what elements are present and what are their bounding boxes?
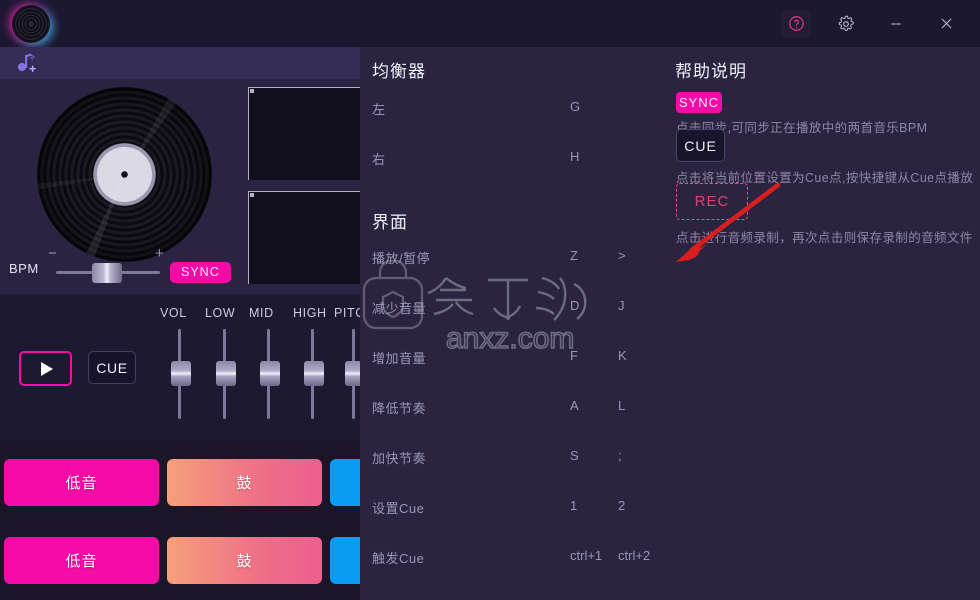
- shortcut-row: 右H: [360, 149, 680, 169]
- slider-label-high: HIGH: [293, 306, 327, 320]
- shortcut-key-secondary: K: [618, 348, 627, 363]
- help-rec-badge: REC: [676, 183, 748, 220]
- bpm-control-row: BPM − + SYNC: [0, 245, 360, 293]
- waveform-corner-marker: [250, 89, 254, 93]
- shortcut-key-primary: Z: [570, 248, 578, 263]
- equalizer-section-title: 均衡器: [372, 62, 426, 81]
- bpm-slider-thumb[interactable]: [92, 263, 122, 283]
- shortcut-row: 增加音量 F K: [360, 348, 680, 368]
- shortcut-action-label: 减少音量: [372, 301, 427, 316]
- shortcut-row: 降低节奏 A L: [360, 398, 680, 418]
- shortcut-action-label: 降低节奏: [372, 401, 427, 416]
- shortcut-action-label: 触发Cue: [372, 551, 425, 566]
- gear-icon[interactable]: [826, 8, 866, 40]
- shortcut-key-secondary: J: [618, 298, 625, 313]
- slider-label-low: LOW: [205, 306, 236, 320]
- music-note-plus-icon[interactable]: [14, 52, 38, 74]
- slider-thumb-vol[interactable]: [171, 361, 191, 386]
- shortcut-action-label: 增加音量: [372, 351, 427, 366]
- shortcut-key-primary: 1: [570, 498, 578, 513]
- deck-panel: BPM − + SYNC: [0, 79, 361, 294]
- vinyl-record-logo-icon: [14, 6, 48, 41]
- shortcut-key-secondary: L: [618, 398, 626, 413]
- slider-thumb-mid[interactable]: [260, 361, 280, 386]
- shortcut-action-label: 播放/暂停: [372, 251, 431, 266]
- waveform-corner-marker: [250, 193, 254, 197]
- help-overlay: 均衡器 左G右H 界面 播放/暂停 Z > 减少音量 D J 增加音量 F K 降低节奏 A L 加快节…: [360, 47, 980, 600]
- shortcut-row: 左G: [360, 99, 680, 119]
- slider-label-mid: MID: [249, 306, 274, 320]
- interface-section-title: 界面: [372, 213, 408, 232]
- sample-pad-grid: 低音鼓低音鼓: [0, 440, 485, 600]
- help-circle-icon[interactable]: [781, 8, 811, 39]
- shortcut-key-primary: D: [570, 298, 580, 313]
- sync-button[interactable]: SYNC: [170, 262, 231, 283]
- shortcut-row: 加快节奏 S;: [360, 448, 680, 468]
- add-music-bar[interactable]: [0, 47, 360, 79]
- window-controls: [776, 0, 980, 47]
- titlebar: [0, 0, 980, 47]
- shortcut-row: 播放/暂停 Z >: [360, 248, 680, 268]
- shortcut-key-secondary: 2: [618, 498, 626, 513]
- shortcut-key-secondary: >: [618, 248, 626, 263]
- vinyl-turntable-icon[interactable]: [37, 87, 212, 262]
- play-button[interactable]: [19, 351, 72, 386]
- sample-pad[interactable]: 低音: [4, 537, 159, 584]
- sample-pad[interactable]: 鼓: [167, 459, 322, 506]
- close-icon[interactable]: [926, 8, 966, 40]
- cue-button[interactable]: CUE: [88, 351, 136, 384]
- sample-pad[interactable]: 鼓: [167, 537, 322, 584]
- waveform-panel-top[interactable]: [248, 87, 361, 180]
- shortcut-key-primary: S: [570, 448, 579, 463]
- shortcut-action-label: 加快节奏: [372, 451, 427, 466]
- shortcut-key-primary: ctrl+1: [570, 548, 603, 563]
- bpm-label: BPM: [9, 261, 39, 276]
- shortcut-action-label: 左: [372, 102, 386, 117]
- shortcut-action-label: 右: [372, 152, 386, 167]
- shortcut-row: 设置Cue 1 2: [360, 498, 680, 518]
- slider-label-vol: VOL: [160, 306, 187, 320]
- shortcut-action-label: 设置Cue: [372, 501, 425, 516]
- shortcut-key-primary: F: [570, 348, 578, 363]
- shortcut-key-secondary: ctrl+2: [618, 548, 651, 563]
- bpm-decrease-icon[interactable]: −: [48, 245, 57, 262]
- slider-thumb-high[interactable]: [304, 361, 324, 386]
- minimize-icon[interactable]: [876, 8, 916, 40]
- help-cue-badge: CUE: [676, 129, 725, 162]
- help-section-title: 帮助说明: [675, 62, 747, 81]
- play-icon: [41, 361, 53, 376]
- shortcut-key-primary: H: [570, 149, 580, 164]
- shortcut-key-primary: A: [570, 398, 579, 413]
- sample-pad[interactable]: 低音: [4, 459, 159, 506]
- shortcut-row: 减少音量 D J: [360, 298, 680, 318]
- help-rec-description: 点击进行音频录制，再次点击则保存录制的音频文件: [676, 231, 973, 245]
- shortcut-key-primary: G: [570, 99, 581, 114]
- shortcut-row: 触发Cue ctrl+1 ctrl+2: [360, 548, 680, 568]
- bpm-increase-icon[interactable]: +: [155, 245, 164, 262]
- help-sync-badge: SYNC: [676, 92, 722, 113]
- shortcut-key-secondary: ;: [618, 448, 622, 463]
- dj-app-window: BPM − + SYNC VOL LOW MID HIGH PITCH CUE 低音鼓低…: [0, 0, 980, 600]
- slider-thumb-low[interactable]: [216, 361, 236, 386]
